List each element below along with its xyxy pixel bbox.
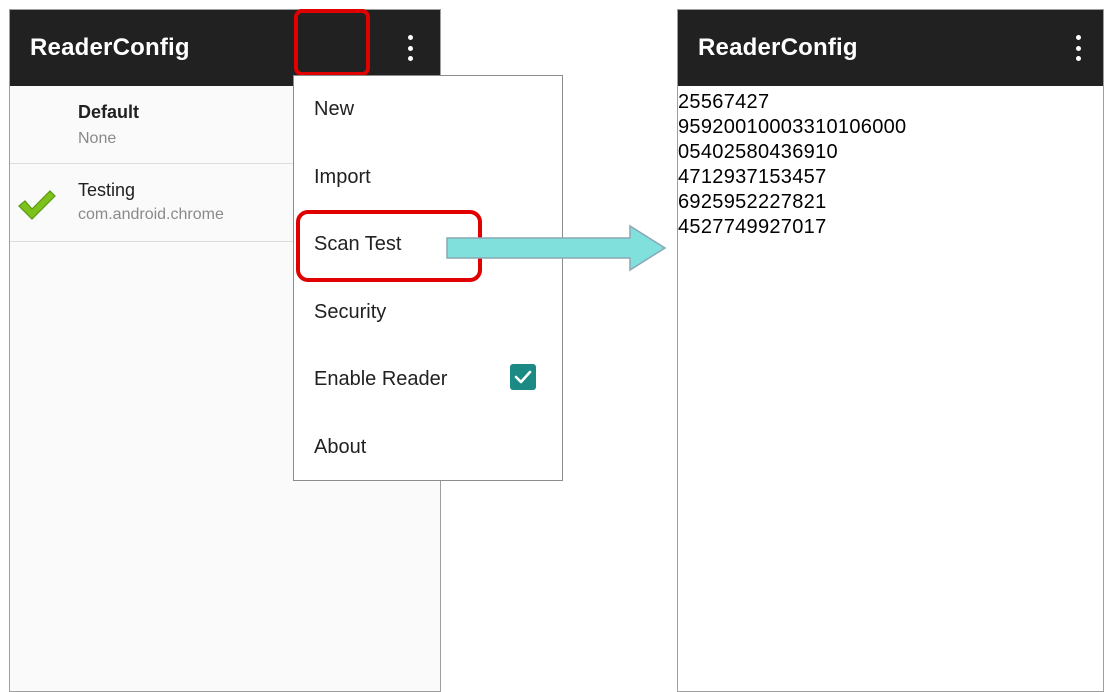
menu-item-new[interactable]: New (314, 98, 354, 121)
profile-subtitle: None (78, 130, 117, 147)
menu-item-about[interactable]: About (314, 436, 366, 459)
more-vert-icon[interactable] (407, 35, 413, 61)
right-phone-screen: ReaderConfig 25567427 959200100033101060… (677, 9, 1104, 692)
menu-item-security[interactable]: Security (314, 301, 386, 324)
profile-title: Default (78, 102, 140, 122)
tutorial-stage: ReaderConfig Default None Testing com.an… (0, 0, 1105, 692)
check-icon (18, 190, 56, 220)
profile-title: Testing (78, 180, 136, 200)
scan-result: 6925952227821 (678, 191, 827, 213)
scan-results-list: 25567427 95920010003310106000 0540258043… (678, 90, 906, 240)
scan-result: 05402580436910 (678, 141, 838, 163)
scan-result: 95920010003310106000 (678, 116, 907, 138)
profile-subtitle: com.android.chrome (78, 206, 224, 223)
menu-item-enable-reader[interactable]: Enable Reader (314, 368, 447, 391)
scan-result: 4527749927017 (678, 216, 827, 238)
scan-result: 25567427 (678, 91, 770, 113)
more-vert-icon[interactable] (1075, 35, 1081, 61)
app-title: ReaderConfig (698, 34, 858, 61)
arrow-right-icon (446, 224, 667, 272)
toolbar-highlight-box (294, 9, 370, 76)
menu-item-import[interactable]: Import (314, 166, 371, 189)
scan-result: 4712937153457 (678, 166, 827, 188)
app-title: ReaderConfig (30, 34, 190, 61)
app-bar: ReaderConfig (678, 10, 1103, 86)
checkbox-checked-icon[interactable] (510, 364, 536, 390)
